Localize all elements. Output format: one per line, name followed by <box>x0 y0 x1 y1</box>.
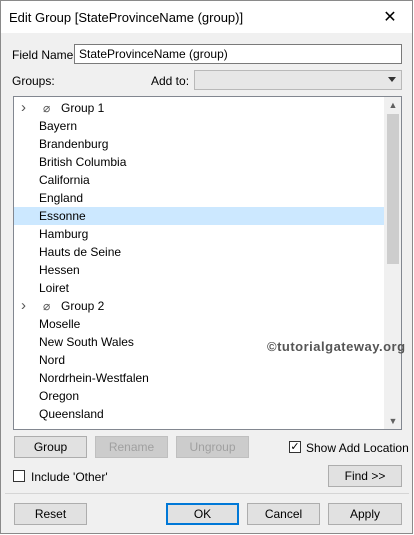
field-name-input[interactable]: StateProvinceName (group) <box>74 44 402 64</box>
tree-item-label: Bayern <box>39 119 78 133</box>
watermark-text: ©tutorialgateway.org <box>267 339 406 354</box>
groups-tree-list: › ⌀ Group 1 Bayern Brandenburg British Columb… <box>14 99 386 423</box>
ungroup-button[interactable]: Ungroup <box>176 436 249 458</box>
tree-item-row[interactable]: Oregon <box>14 387 386 405</box>
show-add-location-checkbox[interactable]: ✓ <box>289 441 301 453</box>
tree-item-row[interactable]: Hessen <box>14 261 386 279</box>
tree-item-row[interactable]: Moselle <box>14 315 386 333</box>
tree-scrollbar[interactable]: ▲ ▼ <box>384 97 401 429</box>
apply-button[interactable]: Apply <box>328 503 402 525</box>
footer-separator <box>5 493 409 494</box>
tree-item-label: Oregon <box>39 389 80 403</box>
tree-item-label: England <box>39 191 84 205</box>
tree-item-label: Nordrhein-Westfalen <box>39 371 149 385</box>
show-add-location-label: Show Add Location <box>306 441 409 455</box>
tree-item-label: Hessen <box>39 263 80 277</box>
tree-item-row[interactable]: Bayern <box>14 117 386 135</box>
tree-item-label: New South Wales <box>39 335 134 349</box>
tree-item-label: Hauts de Seine <box>39 245 122 259</box>
tree-item-row[interactable]: Loiret <box>14 279 386 297</box>
scroll-up-icon[interactable]: ▲ <box>385 97 401 113</box>
groups-label: Groups: <box>12 74 55 88</box>
title-bar: Edit Group [StateProvinceName (group)] ✕ <box>1 1 412 33</box>
chevron-right-icon[interactable]: › <box>21 297 31 315</box>
tree-item-label: Queensland <box>39 407 104 421</box>
scroll-down-icon[interactable]: ▼ <box>385 413 401 429</box>
group-button[interactable]: Group <box>14 436 87 458</box>
window-title: Edit Group [StateProvinceName (group)] <box>9 10 244 25</box>
tree-item-row[interactable]: California <box>14 171 386 189</box>
rename-button[interactable]: Rename <box>95 436 168 458</box>
tree-item-row[interactable]: England <box>14 189 386 207</box>
reset-button[interactable]: Reset <box>14 503 87 525</box>
tree-group-row[interactable]: › ⌀ Group 1 <box>14 99 386 117</box>
tree-item-row[interactable]: Essonne <box>14 207 386 225</box>
tree-item-label: Brandenburg <box>39 137 109 151</box>
tree-item-label: British Columbia <box>39 155 127 169</box>
add-to-label: Add to: <box>151 74 190 88</box>
tree-item-row[interactable]: Hamburg <box>14 225 386 243</box>
tree-item-label: Hamburg <box>39 227 89 241</box>
tree-item-label: Loiret <box>39 281 70 295</box>
field-name-label: Field Name: <box>12 48 77 62</box>
close-button[interactable]: ✕ <box>368 1 412 33</box>
tree-item-label: California <box>39 173 90 187</box>
tree-item-label: Essonne <box>39 209 86 223</box>
dropdown-arrow-icon <box>388 77 396 82</box>
include-other-label: Include 'Other' <box>31 470 108 484</box>
tree-group-label: Group 2 <box>61 299 105 313</box>
chevron-right-icon[interactable]: › <box>21 99 31 117</box>
tree-group-label: Group 1 <box>61 101 105 115</box>
ok-button[interactable]: OK <box>166 503 239 525</box>
tree-item-label: Moselle <box>39 317 81 331</box>
tree-item-row[interactable]: Queensland <box>14 405 386 423</box>
paperclip-icon: ⌀ <box>43 101 51 115</box>
tree-item-row[interactable]: Brandenburg <box>14 135 386 153</box>
scroll-thumb[interactable] <box>387 114 399 264</box>
find-button[interactable]: Find >> <box>328 465 402 487</box>
close-icon: ✕ <box>383 9 397 26</box>
tree-group-row[interactable]: › ⌀ Group 2 <box>14 297 386 315</box>
cancel-button[interactable]: Cancel <box>247 503 320 525</box>
include-other-checkbox[interactable] <box>13 470 25 482</box>
paperclip-icon: ⌀ <box>43 299 51 313</box>
tree-item-row[interactable]: Nordrhein-Westfalen <box>14 369 386 387</box>
add-to-dropdown[interactable] <box>194 70 402 90</box>
checkmark-icon: ✓ <box>290 441 300 453</box>
groups-tree[interactable]: › ⌀ Group 1 Bayern Brandenburg British Columb… <box>13 96 402 430</box>
tree-item-label: Nord <box>39 353 66 367</box>
edit-group-dialog: Edit Group [StateProvinceName (group)] ✕… <box>0 0 413 534</box>
tree-item-row[interactable]: Hauts de Seine <box>14 243 386 261</box>
tree-item-row[interactable]: British Columbia <box>14 153 386 171</box>
